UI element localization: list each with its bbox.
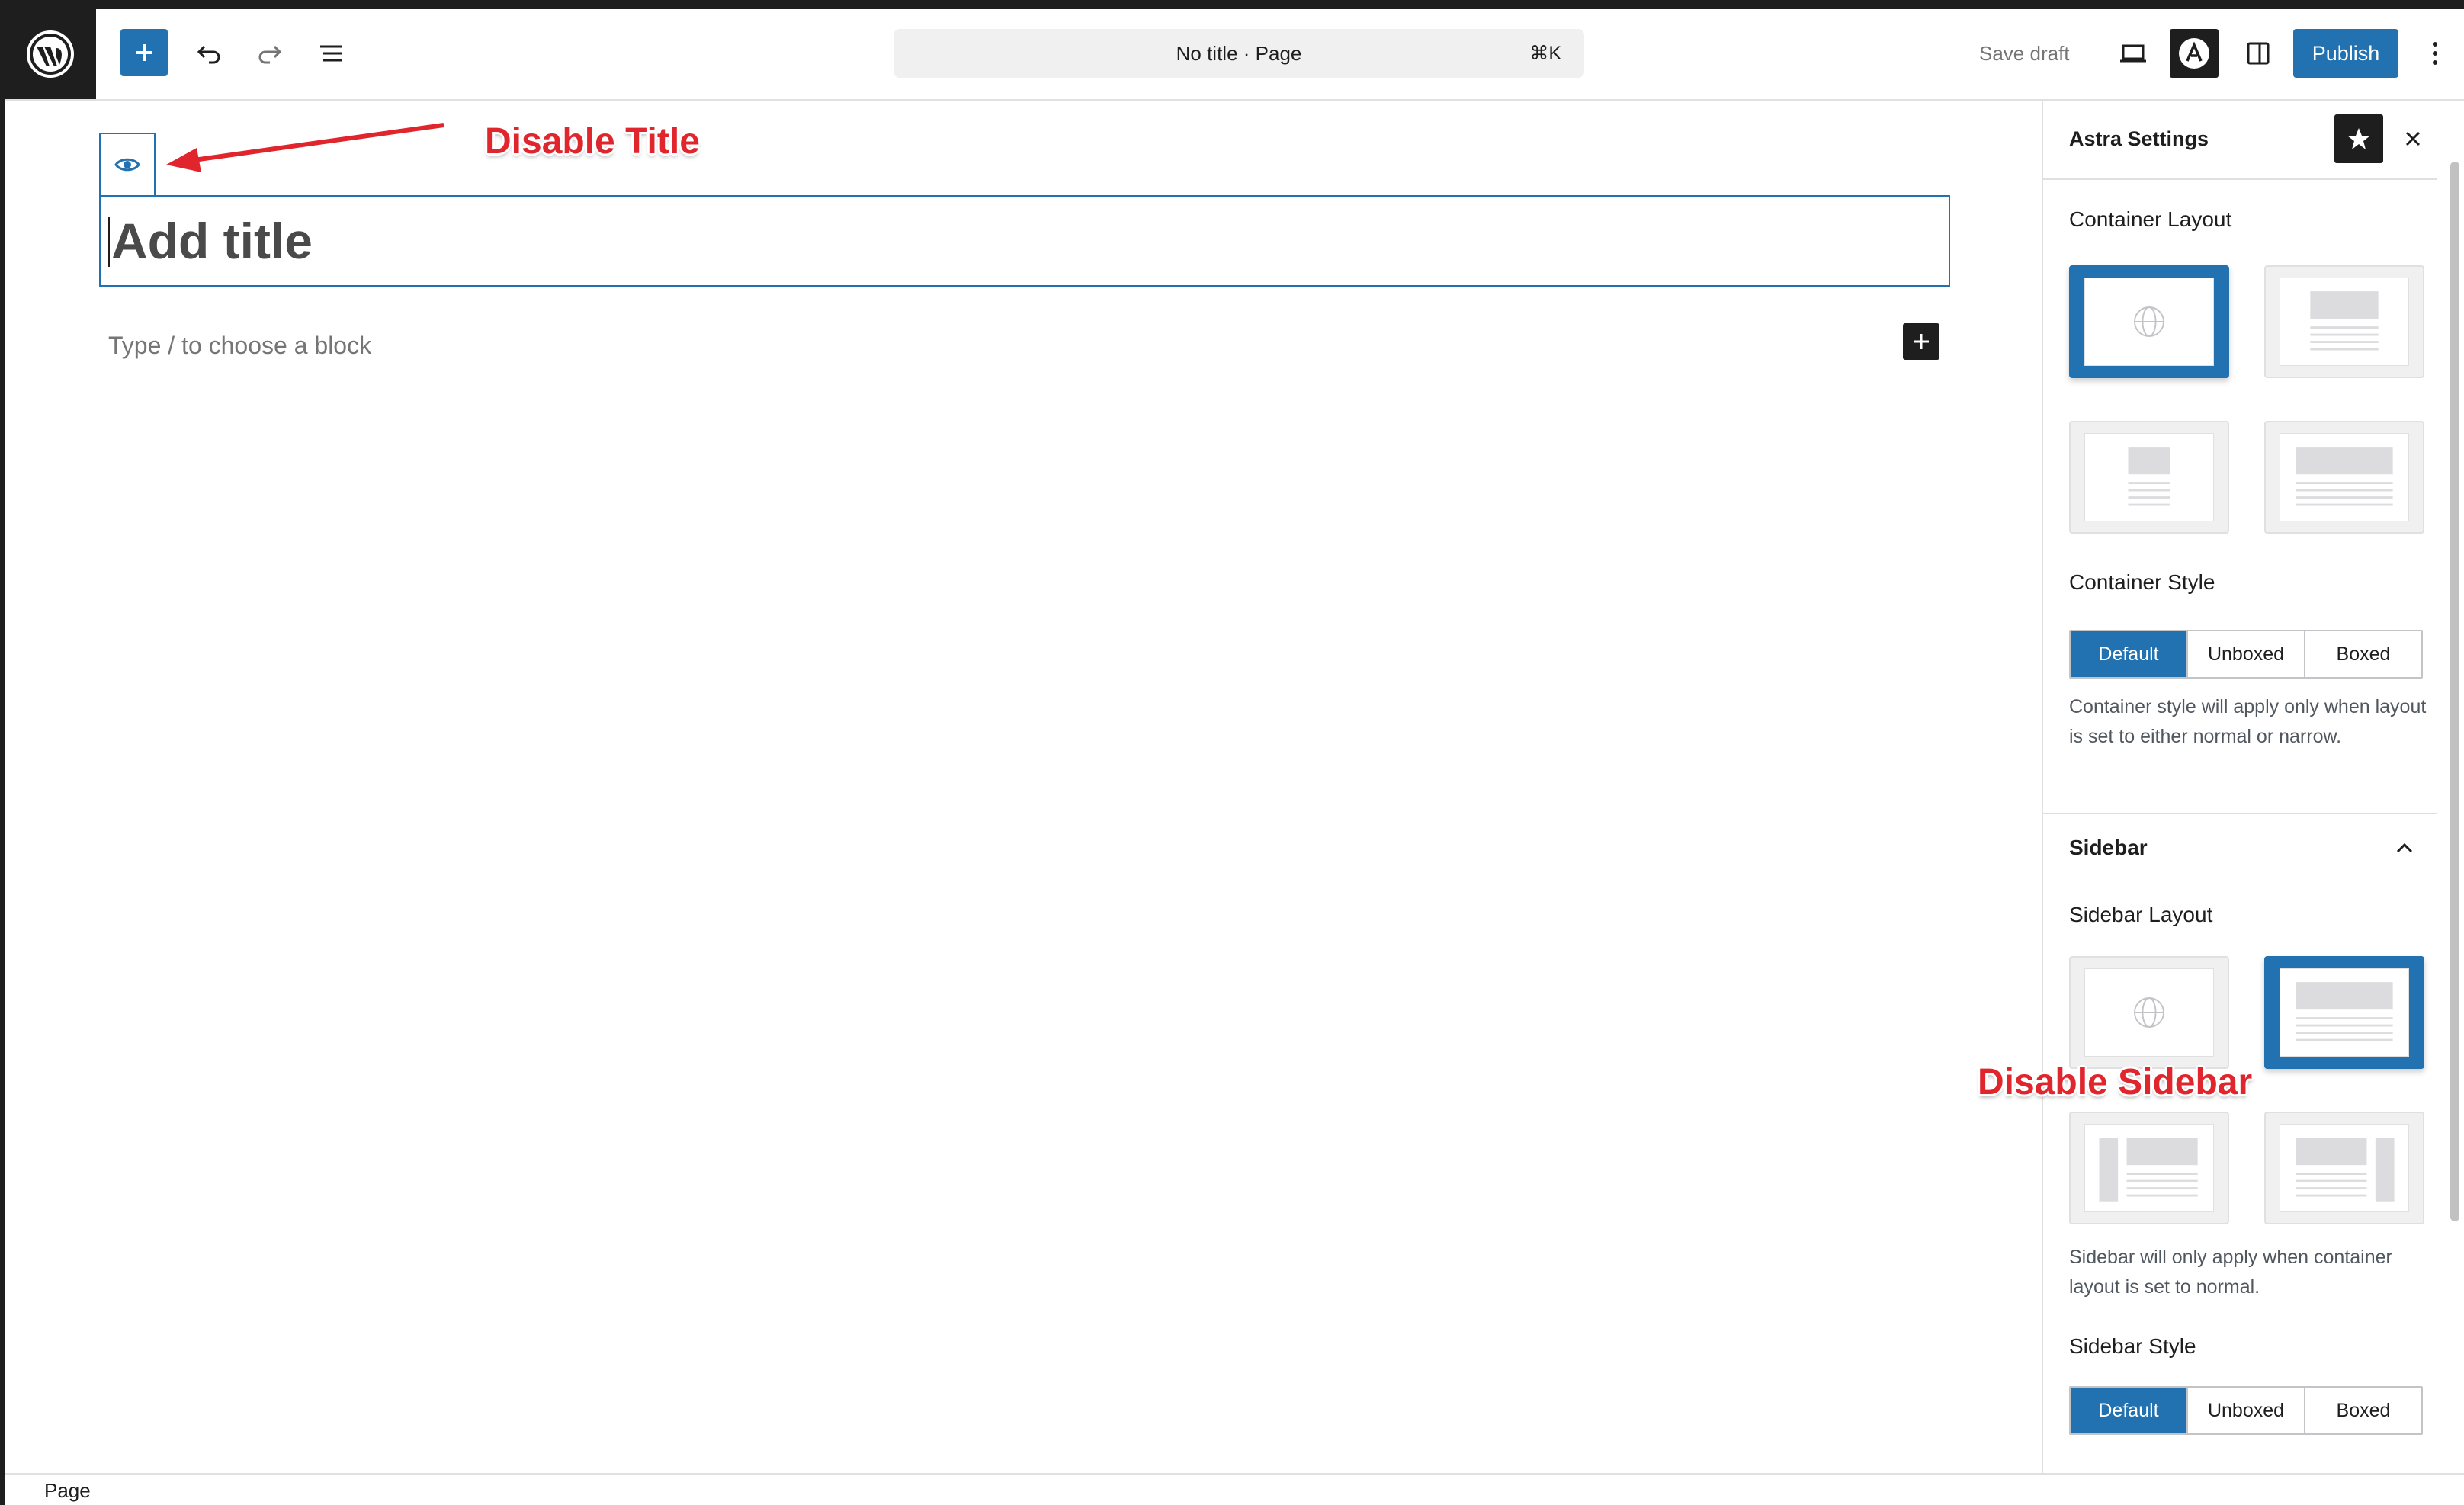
container-style-segmented-control: Default Unboxed Boxed <box>2069 630 2423 679</box>
sidebar-section-toggle[interactable]: Sidebar <box>2069 836 2148 860</box>
wordpress-icon <box>27 30 74 78</box>
wordpress-logo[interactable] <box>5 9 96 99</box>
sidebar-style-default-button[interactable]: Default <box>2071 1388 2188 1433</box>
list-view-button[interactable] <box>306 29 355 78</box>
document-title: No title · Page <box>1176 42 1302 65</box>
save-draft-button[interactable]: Save draft <box>1979 32 2070 75</box>
inline-add-block-button[interactable] <box>1903 323 1939 360</box>
left-sidebar-layout-icon <box>2099 1138 2198 1202</box>
astra-icon <box>2179 38 2209 69</box>
collapse-sidebar-section-button[interactable] <box>2391 834 2418 862</box>
globe-icon <box>2134 306 2164 337</box>
container-style-unboxed-button[interactable]: Unboxed <box>2188 631 2305 677</box>
sidebar-layout-option-default[interactable] <box>2069 956 2229 1069</box>
panel-header: Astra Settings <box>2043 101 2437 180</box>
sidebar-help: Sidebar will only apply when container l… <box>2069 1247 2392 1298</box>
pin-favorite-button[interactable] <box>2334 114 2383 163</box>
redo-icon <box>258 45 282 64</box>
plus-icon <box>136 44 152 61</box>
more-options-button[interactable] <box>2414 29 2456 78</box>
eye-icon <box>114 158 140 172</box>
no-sidebar-layout-icon <box>2296 982 2393 1041</box>
container-layout-option-3[interactable] <box>2069 421 2229 534</box>
container-style-label: Container Style <box>2069 570 2215 594</box>
astra-settings-button[interactable] <box>2170 29 2219 78</box>
post-title-field[interactable]: Add title <box>99 195 1950 287</box>
container-style-boxed-button[interactable]: Boxed <box>2305 631 2421 677</box>
top-toolbar: No title · Page ⌘K Save draft Publish <box>5 9 2464 101</box>
sidebar-style-boxed-button[interactable]: Boxed <box>2305 1388 2421 1433</box>
close-icon <box>2405 131 2421 146</box>
add-block-button[interactable] <box>120 29 168 76</box>
status-breadcrumb[interactable]: Page <box>44 1475 91 1505</box>
sidebar-layout-option-right[interactable] <box>2264 1112 2424 1224</box>
close-panel-button[interactable] <box>2394 114 2432 163</box>
layout-preview-icon <box>2310 291 2379 351</box>
container-layout-option-4[interactable] <box>2264 421 2424 534</box>
sidebar-layout-option-no-sidebar[interactable] <box>2264 956 2424 1069</box>
container-style-default-button[interactable]: Default <box>2071 631 2188 677</box>
right-sidebar-layout-icon <box>2296 1138 2395 1202</box>
annotation-disable-sidebar: Disable Sidebar <box>1978 1062 2253 1102</box>
container-style-help: Container style will apply only when lay… <box>2069 696 2427 747</box>
sidebar-layout-option-left[interactable] <box>2069 1112 2229 1224</box>
chevron-up-icon <box>2396 842 2413 853</box>
publish-button[interactable]: Publish <box>2293 29 2398 78</box>
star-icon <box>2347 128 2370 149</box>
settings-panel-icon <box>2247 42 2270 65</box>
undo-button[interactable] <box>184 29 233 78</box>
layout-preview-icon <box>2128 447 2170 506</box>
status-bar: Page <box>5 1473 2464 1505</box>
container-layout-option-2[interactable] <box>2264 265 2424 378</box>
sidebar-style-label: Sidebar Style <box>2069 1334 2196 1358</box>
redo-button[interactable] <box>245 29 294 78</box>
desktop-preview-icon <box>2120 44 2146 63</box>
container-layout-label: Container Layout <box>2069 207 2232 231</box>
panel-title: Astra Settings <box>2069 127 2209 150</box>
text-caret <box>108 217 110 267</box>
list-view-icon <box>320 45 342 62</box>
globe-icon <box>2134 997 2164 1028</box>
sidebar-style-unboxed-button[interactable]: Unboxed <box>2188 1388 2305 1433</box>
panel-scrollbar[interactable] <box>2450 162 2459 1221</box>
section-divider <box>2043 813 2437 814</box>
plus-icon <box>1914 334 1929 349</box>
title-placeholder: Add title <box>111 213 313 269</box>
astra-settings-panel: Astra Settings Container Layout Containe… <box>2042 101 2437 1473</box>
block-placeholder[interactable]: Type / to choose a block <box>108 326 371 364</box>
sidebar-layout-label: Sidebar Layout <box>2069 903 2213 926</box>
editor-canvas[interactable] <box>5 101 2042 1473</box>
editor-app: No title · Page ⌘K Save draft Publish Ad… <box>5 9 2464 1505</box>
annotation-disable-title: Disable Title <box>485 121 700 162</box>
preview-button[interactable] <box>2109 29 2158 78</box>
document-bar[interactable]: No title · Page ⌘K <box>894 29 1584 78</box>
layout-preview-icon <box>2296 447 2393 506</box>
container-layout-option-1[interactable] <box>2069 265 2229 378</box>
more-options-icon <box>2433 42 2437 65</box>
title-visibility-toggle[interactable] <box>99 133 156 195</box>
sidebar-style-segmented-control: Default Unboxed Boxed <box>2069 1386 2423 1435</box>
undo-icon <box>197 45 220 64</box>
command-shortcut: ⌘K <box>1529 43 1561 64</box>
settings-panel-button[interactable] <box>2234 29 2283 78</box>
